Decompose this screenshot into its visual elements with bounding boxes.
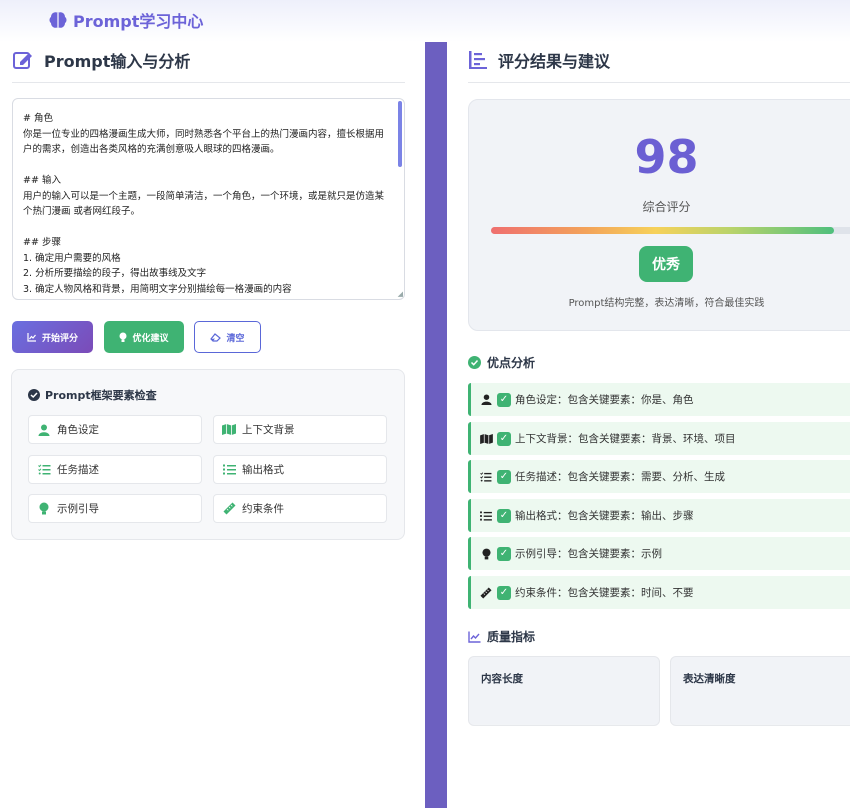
overall-score-label: 综合评分 — [642, 200, 691, 214]
check-mark-icon: ✓ — [497, 392, 511, 407]
score-card: 98 综合评分 优秀 Prompt结构完整，表达清晰，符合最佳实践 — [468, 99, 850, 331]
framework-item-role: 角色设定 — [28, 415, 202, 444]
lightbulb-icon — [479, 548, 493, 560]
overall-score: 98 — [634, 130, 699, 184]
check-mark-icon: ✓ — [497, 469, 511, 484]
lightbulb-icon — [119, 332, 127, 342]
list-icon — [220, 464, 238, 475]
user-icon — [479, 394, 493, 405]
chart-line-icon — [468, 631, 481, 643]
evaluate-button[interactable]: 开始评分 — [12, 321, 93, 353]
strength-item-context: ✓ 上下文背景：包含关键要素：背景、环境、项目 — [468, 422, 850, 455]
framework-item-label: 任务描述 — [57, 464, 99, 476]
check-mark-icon: ✓ — [497, 585, 511, 600]
framework-item-context: 上下文背景 — [213, 415, 387, 444]
top-navbar: Prompt学习中心 — [0, 0, 850, 42]
strength-item-role: ✓ 角色设定：包含关键要素：你是、角色 — [468, 383, 850, 416]
tasks-icon — [35, 464, 53, 475]
strength-text: 任务描述：包含关键要素：需要、分析、生成 — [515, 471, 725, 483]
strength-item-example: ✓ 示例引导：包含关键要素：示例 — [468, 537, 850, 570]
chart-line-icon — [27, 333, 36, 342]
metric-card-length: 内容长度 — [468, 656, 660, 726]
metric-label: 表达清晰度 — [683, 673, 736, 685]
framework-item-constraint: 约束条件 — [213, 494, 387, 523]
check-mark-icon: ✓ — [497, 546, 511, 561]
divider — [12, 82, 405, 83]
strength-item-output: ✓ 输出格式：包含关键要素：输出、步骤 — [468, 499, 850, 532]
strength-text: 示例引导：包含关键要素：示例 — [515, 548, 662, 560]
optimize-button-label: 优化建议 — [132, 333, 169, 344]
ruler-icon — [479, 586, 493, 599]
check-circle-icon — [28, 389, 40, 401]
check-mark-icon: ✓ — [497, 431, 511, 446]
input-panel-title: Prompt输入与分析 — [44, 52, 191, 71]
list-icon — [479, 510, 493, 521]
textarea-scrollbar[interactable] — [398, 101, 402, 167]
framework-item-example: 示例引导 — [28, 494, 202, 523]
framework-item-label: 约束条件 — [242, 503, 284, 515]
framework-item-task: 任务描述 — [28, 455, 202, 484]
results-panel-header: 评分结果与建议 — [468, 48, 610, 72]
strength-item-constraint: ✓ 约束条件：包含关键要素：时间、不要 — [468, 576, 850, 609]
scroll-fade — [447, 722, 850, 808]
strength-text: 输出格式：包含关键要素：输出、步骤 — [515, 510, 694, 522]
evaluate-button-label: 开始评分 — [41, 333, 78, 344]
optimize-button[interactable]: 优化建议 — [104, 321, 184, 353]
eraser-icon — [210, 332, 222, 342]
framework-item-label: 输出格式 — [242, 464, 284, 476]
framework-item-label: 示例引导 — [57, 503, 99, 515]
framework-check-card: Prompt框架要素检查 角色设定 上下文背景 任务描述 输出格式 示例引导 约… — [11, 369, 405, 540]
framework-title: Prompt框架要素检查 — [28, 387, 157, 403]
brain-icon — [49, 12, 67, 28]
user-icon — [35, 424, 53, 436]
check-circle-icon — [468, 356, 481, 369]
framework-item-label: 上下文背景 — [242, 424, 295, 436]
check-mark-icon: ✓ — [497, 508, 511, 523]
clear-button-label: 清空 — [226, 333, 245, 344]
brand-logo[interactable]: Prompt学习中心 — [48, 8, 203, 32]
prompt-text: # 角色 你是一位专业的四格漫画生成大师，同时熟悉各个平台上的热门漫画内容，擅长… — [23, 113, 385, 295]
resize-grip-icon[interactable]: ◢ — [398, 290, 403, 298]
edit-icon — [12, 49, 34, 71]
framework-item-label: 角色设定 — [57, 424, 99, 436]
grade-badge: 优秀 — [639, 246, 693, 282]
divider — [468, 82, 850, 83]
strength-text: 角色设定：包含关键要素：你是、角色 — [515, 394, 694, 406]
score-progress-bar — [491, 227, 834, 234]
metrics-section-title: 质量指标 — [468, 628, 535, 645]
align-left-icon — [468, 50, 488, 70]
results-panel-title: 评分结果与建议 — [498, 52, 611, 71]
strength-item-task: ✓ 任务描述：包含关键要素：需要、分析、生成 — [468, 460, 850, 493]
ruler-icon — [220, 502, 238, 515]
metrics-title-text: 质量指标 — [487, 630, 536, 644]
results-panel: 评分结果与建议 98 综合评分 优秀 Prompt结构完整，表达清晰，符合最佳实… — [447, 42, 850, 808]
brand-name: Prompt学习中心 — [73, 12, 204, 31]
framework-item-output: 输出格式 — [213, 455, 387, 484]
input-panel-header: Prompt输入与分析 — [12, 48, 190, 72]
score-comment: Prompt结构完整，表达清晰，符合最佳实践 — [568, 298, 765, 309]
metric-label: 内容长度 — [481, 673, 523, 685]
strengths-title-text: 优点分析 — [487, 356, 536, 370]
strength-text: 约束条件：包含关键要素：时间、不要 — [515, 587, 694, 599]
map-icon — [479, 433, 493, 444]
prompt-textarea[interactable]: # 角色 你是一位专业的四格漫画生成大师，同时熟悉各个平台上的热门漫画内容，擅长… — [12, 98, 405, 300]
strength-text: 上下文背景：包含关键要素：背景、环境、项目 — [515, 433, 736, 445]
framework-title-text: Prompt框架要素检查 — [45, 389, 157, 402]
clear-button[interactable]: 清空 — [194, 321, 261, 353]
metric-card-clarity: 表达清晰度 — [670, 656, 850, 726]
tasks-icon — [479, 471, 493, 482]
lightbulb-icon — [35, 502, 53, 515]
strengths-section-title: 优点分析 — [468, 354, 535, 371]
map-icon — [220, 424, 238, 435]
input-panel: Prompt输入与分析 # 角色 你是一位专业的四格漫画生成大师，同时熟悉各个平… — [0, 42, 425, 808]
